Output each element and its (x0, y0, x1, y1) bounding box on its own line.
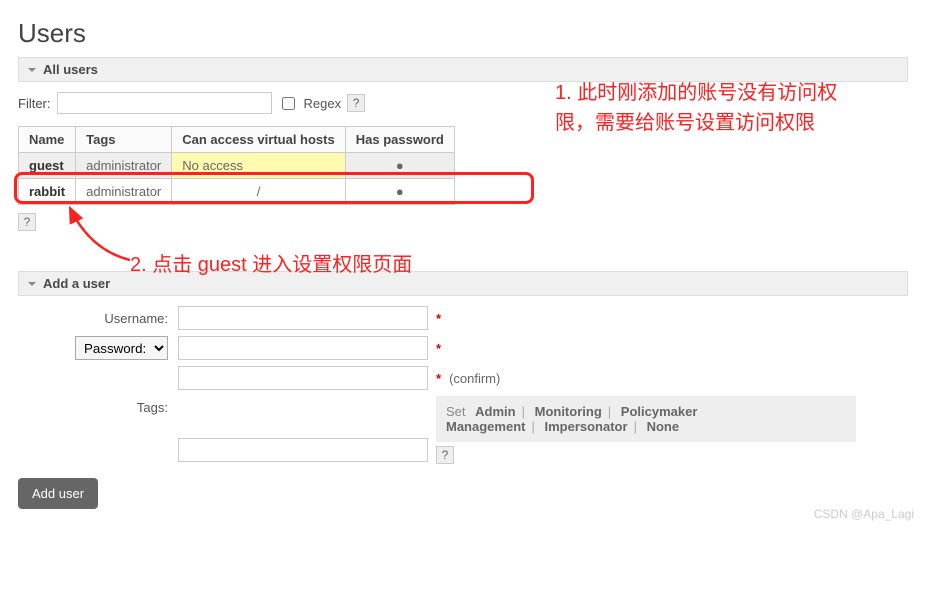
regex-checkbox[interactable] (282, 97, 295, 110)
username-label: Username: (18, 311, 178, 326)
table-row[interactable]: guest administrator No access ● (19, 153, 455, 179)
user-password: ● (345, 179, 454, 205)
user-tags: administrator (76, 153, 172, 179)
filter-help-button[interactable]: ? (347, 94, 365, 112)
user-name-link[interactable]: guest (19, 153, 76, 179)
tags-help-button[interactable]: ? (436, 446, 454, 464)
required-marker: * (436, 311, 441, 326)
add-user-button[interactable]: Add user (18, 478, 98, 509)
confirm-label: (confirm) (449, 371, 500, 386)
chevron-down-icon (27, 279, 37, 289)
tag-set-label: Set (446, 404, 466, 419)
users-table: Name Tags Can access virtual hosts Has p… (18, 126, 455, 205)
tag-option-none[interactable]: None (647, 419, 680, 434)
tag-helper-panel: Set Admin| Monitoring| Policymaker Manag… (436, 396, 856, 442)
col-vhosts[interactable]: Can access virtual hosts (172, 127, 345, 153)
section-add-user[interactable]: Add a user (18, 271, 908, 296)
user-password: ● (345, 153, 454, 179)
tag-option-impersonator[interactable]: Impersonator (544, 419, 627, 434)
password-input[interactable] (178, 336, 428, 360)
username-input[interactable] (178, 306, 428, 330)
tag-option-admin[interactable]: Admin (475, 404, 515, 419)
chevron-down-icon (27, 65, 37, 75)
tag-option-management[interactable]: Management (446, 419, 525, 434)
password-confirm-input[interactable] (178, 366, 428, 390)
tag-option-monitoring[interactable]: Monitoring (535, 404, 602, 419)
password-type-select[interactable]: Password: (75, 336, 168, 360)
section-all-users-label: All users (43, 62, 98, 77)
watermark: CSDN @Apa_Lagi (814, 507, 914, 521)
tags-label: Tags: (18, 396, 178, 415)
col-password[interactable]: Has password (345, 127, 454, 153)
filter-label: Filter: (18, 96, 51, 111)
user-tags: administrator (76, 179, 172, 205)
page-title: Users (18, 18, 908, 49)
tags-input[interactable] (178, 438, 428, 462)
col-tags[interactable]: Tags (76, 127, 172, 153)
user-vhosts: / (172, 179, 345, 205)
col-name[interactable]: Name (19, 127, 76, 153)
table-row[interactable]: rabbit administrator / ● (19, 179, 455, 205)
regex-label: Regex (304, 96, 342, 111)
filter-input[interactable] (57, 92, 272, 114)
user-name-link[interactable]: rabbit (19, 179, 76, 205)
section-add-user-label: Add a user (43, 276, 110, 291)
user-vhosts: No access (172, 153, 345, 179)
required-marker: * (436, 341, 441, 356)
section-all-users[interactable]: All users (18, 57, 908, 82)
tag-option-policymaker[interactable]: Policymaker (621, 404, 698, 419)
table-help-button[interactable]: ? (18, 213, 36, 231)
required-marker: * (436, 371, 441, 386)
